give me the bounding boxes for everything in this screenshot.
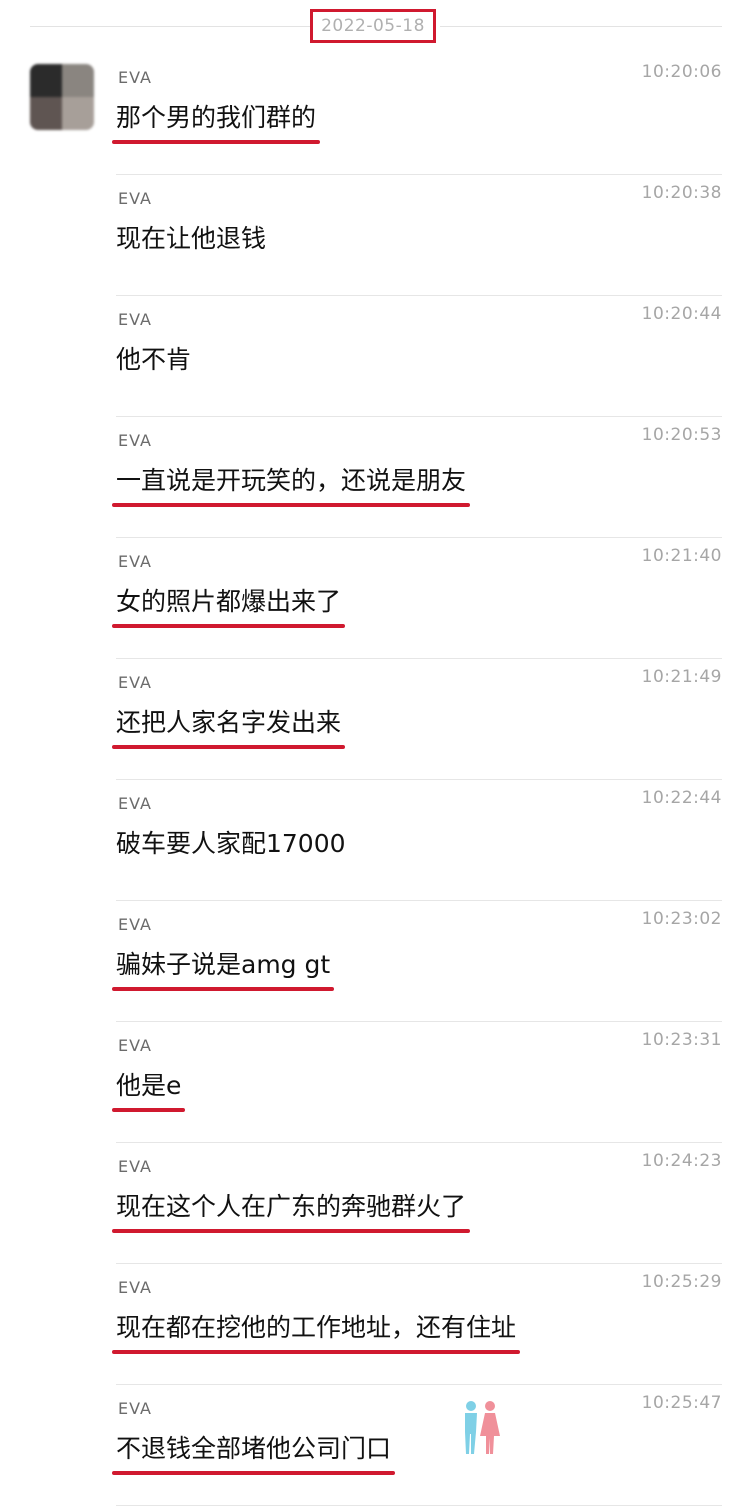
red-underline-highlight [112, 1108, 186, 1112]
message-sender: EVA [118, 431, 152, 450]
message-timestamp: 10:21:40 [641, 546, 722, 566]
message-timestamp: 10:20:44 [641, 304, 722, 324]
message-text[interactable]: 女的照片都爆出来了 [116, 582, 341, 618]
message-sender: EVA [118, 1157, 152, 1176]
message-sender: EVA [118, 1399, 152, 1418]
red-underline-highlight [112, 745, 346, 749]
message-sender: EVA [118, 552, 152, 571]
message-text[interactable]: 还把人家名字发出来 [116, 703, 341, 739]
message-row[interactable]: EVA 10:20:44 他不肯 [116, 296, 722, 417]
red-underline-highlight [112, 1471, 396, 1475]
couple-silhouette-icon [465, 1401, 500, 1454]
message-sender: EVA [118, 673, 152, 692]
message-text[interactable]: 破车要人家配17000 [116, 824, 346, 860]
red-underline-highlight [112, 1229, 471, 1233]
message-row[interactable]: EVA 10:21:40 女的照片都爆出来了 [112, 538, 722, 659]
message-row[interactable]: EVA 10:20:38 现在让他退钱 [116, 175, 722, 296]
message-row[interactable]: EVA 10:25:47 不退钱全部堵他公司门口 [112, 1385, 722, 1506]
message-row[interactable]: EVA 10:20:53 一直说是开玩笑的，还说是朋友 [112, 417, 722, 538]
date-divider-right [440, 26, 722, 27]
message-list: EVA 10:20:06 那个男的我们群的 EVA 10:20:38 现在让他退钱 EVA 1… [0, 54, 750, 1506]
message-timestamp: 10:23:31 [641, 1030, 722, 1050]
message-timestamp: 10:24:23 [641, 1151, 722, 1171]
message-row[interactable]: EVA 10:20:06 那个男的我们群的 [112, 54, 722, 175]
message-sender: EVA [118, 189, 152, 208]
date-divider-left [30, 26, 310, 27]
message-sender: EVA [118, 1036, 152, 1055]
message-row[interactable]: EVA 10:23:31 他是e [112, 1022, 722, 1143]
message-text[interactable]: 骗妹子说是amg gt [116, 945, 330, 981]
message-timestamp: 10:21:49 [641, 667, 722, 687]
message-text[interactable]: 现在让他退钱 [116, 219, 266, 255]
message-sender: EVA [118, 1278, 152, 1297]
message-timestamp: 10:20:38 [641, 183, 722, 203]
message-timestamp: 10:25:29 [641, 1272, 722, 1292]
message-row[interactable]: EVA 10:22:44 破车要人家配17000 [116, 780, 722, 901]
red-underline-highlight [112, 1350, 521, 1354]
message-text[interactable]: 现在都在挖他的工作地址，还有住址 [116, 1308, 516, 1344]
message-sender: EVA [118, 915, 152, 934]
message-sender: EVA [118, 310, 152, 329]
message-timestamp: 10:23:02 [641, 909, 722, 929]
message-timestamp: 10:20:06 [641, 62, 722, 82]
red-underline-highlight [112, 140, 321, 144]
message-text[interactable]: 一直说是开玩笑的，还说是朋友 [116, 461, 466, 497]
message-row[interactable]: EVA 10:24:23 现在这个人在广东的奔驰群火了 [112, 1143, 722, 1264]
message-timestamp: 10:20:53 [641, 425, 722, 445]
message-row[interactable]: EVA 10:21:49 还把人家名字发出来 [112, 659, 722, 780]
message-text[interactable]: 他不肯 [116, 340, 191, 376]
red-underline-highlight [112, 624, 346, 628]
message-text[interactable]: 那个男的我们群的 [116, 98, 316, 134]
red-underline-highlight [112, 503, 471, 507]
message-sender: EVA [118, 68, 152, 87]
message-text[interactable]: 不退钱全部堵他公司门口 [116, 1429, 391, 1465]
date-highlight-box: 2022-05-18 [310, 9, 436, 43]
date-label: 2022-05-18 [321, 16, 425, 36]
message-row[interactable]: EVA 10:25:29 现在都在挖他的工作地址，还有住址 [112, 1264, 722, 1385]
date-header: 2022-05-18 [0, 0, 750, 52]
message-text[interactable]: 他是e [116, 1066, 181, 1102]
message-row[interactable]: EVA 10:23:02 骗妹子说是amg gt [112, 901, 722, 1022]
message-sender: EVA [118, 794, 152, 813]
red-underline-highlight [112, 987, 335, 991]
message-timestamp: 10:22:44 [641, 788, 722, 808]
message-timestamp: 10:25:47 [641, 1393, 722, 1413]
message-text[interactable]: 现在这个人在广东的奔驰群火了 [116, 1187, 466, 1223]
